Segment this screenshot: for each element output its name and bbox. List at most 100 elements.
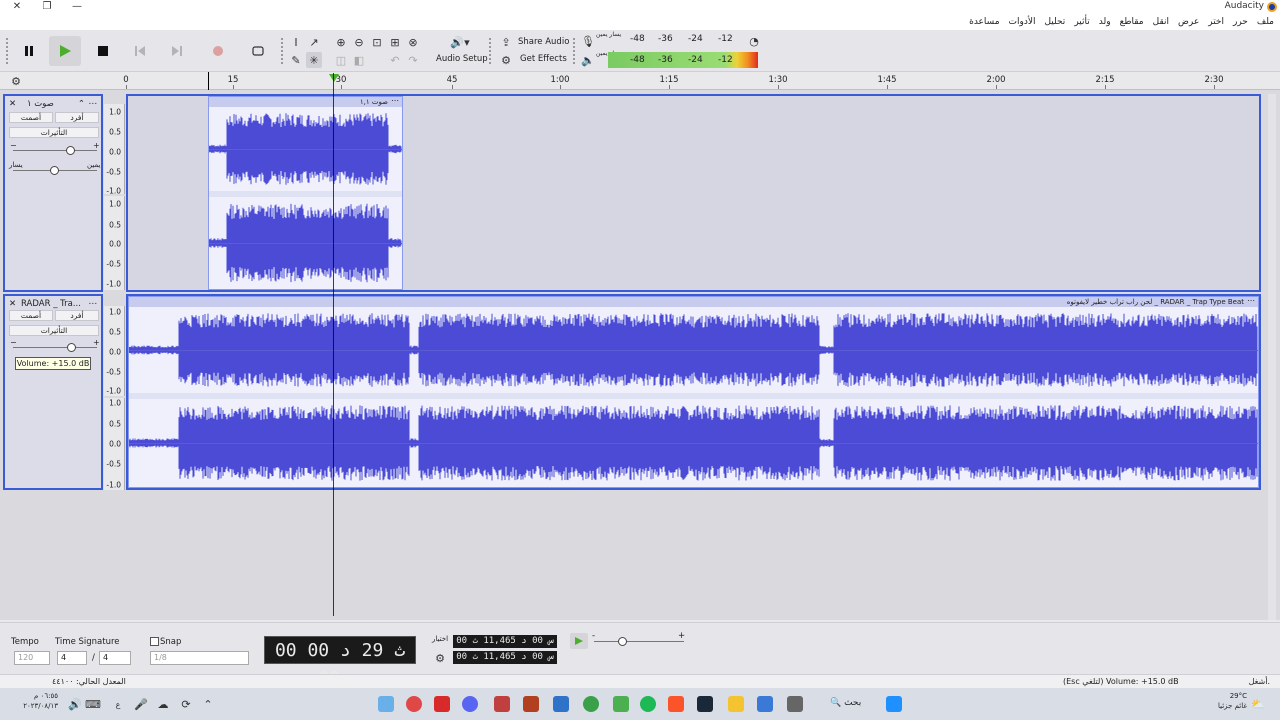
clip-channel-right[interactable] [209, 197, 402, 289]
playhead-marker[interactable] [329, 74, 339, 82]
share-audio-button[interactable]: Share Audio [518, 37, 569, 47]
clip-menu-icon[interactable]: ⋯ [1247, 296, 1255, 305]
share-icon[interactable]: ⇪ [498, 34, 514, 50]
audio-clip-2[interactable]: لحن راب تراب خطير لايفوتوه _ RADAR _ Tra… [128, 296, 1259, 488]
tray-expand-icon[interactable]: ⌃ [200, 696, 216, 712]
menu-item[interactable]: الأدوات [1009, 17, 1036, 27]
zoom-in-icon[interactable]: ⊕ [333, 34, 349, 50]
zoom-toggle-icon[interactable]: ⊗ [405, 34, 421, 50]
time-sig-denominator[interactable]: 4 [99, 651, 131, 665]
shield-app-icon[interactable] [553, 696, 569, 712]
pause-button[interactable] [13, 36, 45, 66]
track-menu-icon[interactable]: ⋯ [89, 299, 98, 309]
time-sig-numerator[interactable]: 4 [57, 651, 87, 665]
close-track-icon[interactable]: ✕ [9, 299, 16, 309]
menu-item[interactable]: تأثير [1074, 17, 1089, 27]
fit-selection-icon[interactable]: ⊡ [369, 34, 385, 50]
weather-widget[interactable]: 29°C غائم جزئيا [1205, 691, 1247, 711]
video-app-icon[interactable] [494, 696, 510, 712]
speaker-setup-icon[interactable]: 🔊▾ [448, 34, 472, 50]
mic-tray-icon[interactable]: 🎤 [133, 696, 149, 712]
clock[interactable]: ٠٦:٥٥ م ٢٠٢٣/٠٨/١٣ [8, 691, 58, 711]
minimize-window-icon[interactable]: — [62, 0, 92, 14]
minecraft-app-icon[interactable] [613, 696, 629, 712]
effects-button[interactable]: التأثيرات [9, 325, 99, 336]
timeline-settings-icon[interactable]: ⚙ [8, 73, 24, 89]
start-menu-icon[interactable] [886, 696, 902, 712]
play-at-speed-button[interactable] [570, 633, 588, 649]
file-explorer-icon[interactable] [728, 696, 744, 712]
gain-slider-knob[interactable] [66, 146, 75, 155]
red-app-icon[interactable] [523, 696, 539, 712]
restore-window-icon[interactable]: ❐ [32, 0, 62, 14]
brave-app-icon[interactable] [668, 696, 684, 712]
language-icon[interactable]: ع [110, 696, 126, 712]
selection-settings-icon[interactable]: ⚙ [432, 650, 448, 666]
playback-meter[interactable]: -48 -36 -24 -12 [608, 52, 758, 68]
menu-item[interactable]: انقل [1153, 17, 1169, 27]
menu-item[interactable]: حرر [1233, 17, 1248, 27]
mute-button[interactable]: أصمت [9, 112, 53, 123]
clip-title[interactable]: صوت ١,١ [209, 97, 402, 107]
collapse-icon[interactable]: ⌃ [78, 99, 85, 109]
steam-app-icon[interactable] [697, 696, 713, 712]
playback-speed-knob[interactable] [618, 637, 627, 646]
toolbar-grip[interactable] [573, 38, 576, 64]
volume-icon[interactable]: 🔊 [67, 696, 83, 712]
clip-channel-left[interactable] [129, 307, 1258, 393]
play-button[interactable] [49, 36, 81, 66]
taskbar-search[interactable]: 🔍 بحث [830, 698, 861, 708]
solo-button[interactable]: أفرد [55, 310, 99, 321]
solo-button[interactable]: أفرد [55, 112, 99, 123]
record-button[interactable] [202, 36, 234, 66]
spotify-app-icon[interactable] [640, 696, 656, 712]
network-icon[interactable]: ⌨ [85, 696, 101, 712]
cloud-icon[interactable]: ☁ [155, 696, 171, 712]
track-area[interactable]: ✕ صوت ١ ⌃ ⋯ أصمت أفرد التأثيرات − + يسار… [0, 90, 1280, 620]
selection-end[interactable]: 00 س 00 د 11,465 ث [453, 651, 557, 664]
gain-slider-track[interactable] [13, 150, 97, 151]
menu-item[interactable]: اختر [1208, 17, 1224, 27]
vertical-scrollbar[interactable] [1268, 94, 1276, 620]
skip-start-button[interactable] [124, 36, 156, 66]
skip-end-button[interactable] [161, 36, 193, 66]
track-1-lane[interactable]: صوت ١,١ ⋯ [126, 94, 1261, 292]
menu-item[interactable]: تحليل [1044, 17, 1065, 27]
audio-setup-button[interactable]: Audio Setup [436, 54, 488, 64]
sync-icon[interactable]: ⟳ [178, 696, 194, 712]
media-app-icon[interactable] [434, 696, 450, 712]
notepad-app-icon[interactable] [378, 696, 394, 712]
silence-icon[interactable]: ◧ [351, 52, 367, 68]
menu-item[interactable]: مقاطع [1120, 17, 1144, 27]
selection-tool-icon[interactable]: I [288, 34, 304, 50]
task-view-icon[interactable] [787, 696, 803, 712]
chrome-app-icon[interactable] [583, 696, 599, 712]
gain-slider-knob[interactable] [67, 343, 76, 352]
clip-channel-right[interactable] [129, 399, 1258, 487]
clip-title[interactable]: لحن راب تراب خطير لايفوتوه _ RADAR _ Tra… [129, 297, 1258, 307]
menu-item[interactable]: مساعدة [969, 17, 999, 27]
effects-button[interactable]: التأثيرات [9, 127, 99, 138]
timeline-ruler[interactable]: ⚙ 0 15 30 45 1:00 1:15 1:30 1:45 2:00 2:15 2:30 [0, 72, 1280, 90]
speaker-meter-icon[interactable]: 🔈 [580, 52, 596, 68]
track-name[interactable]: صوت ١ [27, 99, 54, 109]
store-app-icon[interactable] [757, 696, 773, 712]
mute-button[interactable]: أصمت [9, 310, 53, 321]
toolbar-grip[interactable] [489, 38, 492, 64]
meter-dropdown-icon[interactable]: ◔ [746, 33, 762, 49]
multi-tool-icon[interactable]: ✳ [306, 52, 322, 68]
track-name[interactable]: RADAR _ Tra... [21, 299, 81, 309]
time-display[interactable]: 00 ث 29 د 00 س 00 [264, 636, 416, 689]
undo-icon[interactable]: ↶ [387, 52, 403, 68]
toolbar-grip[interactable] [281, 38, 284, 64]
tempo-input[interactable]: 120 [14, 651, 50, 665]
zoom-out-icon[interactable]: ⊖ [351, 34, 367, 50]
close-window-icon[interactable]: ✕ [2, 0, 32, 14]
discord-app-icon[interactable] [462, 696, 478, 712]
clip-channel-left[interactable] [209, 107, 402, 191]
menu-item[interactable]: ملف [1257, 17, 1274, 27]
audacity-app-icon[interactable] [406, 696, 422, 712]
loop-button[interactable] [242, 36, 274, 66]
track-2-control-panel[interactable]: ✕ RADAR _ Tra... ⋯ أصمت أفرد التأثيرات −… [3, 294, 103, 490]
track-menu-icon[interactable]: ⋯ [89, 99, 98, 109]
